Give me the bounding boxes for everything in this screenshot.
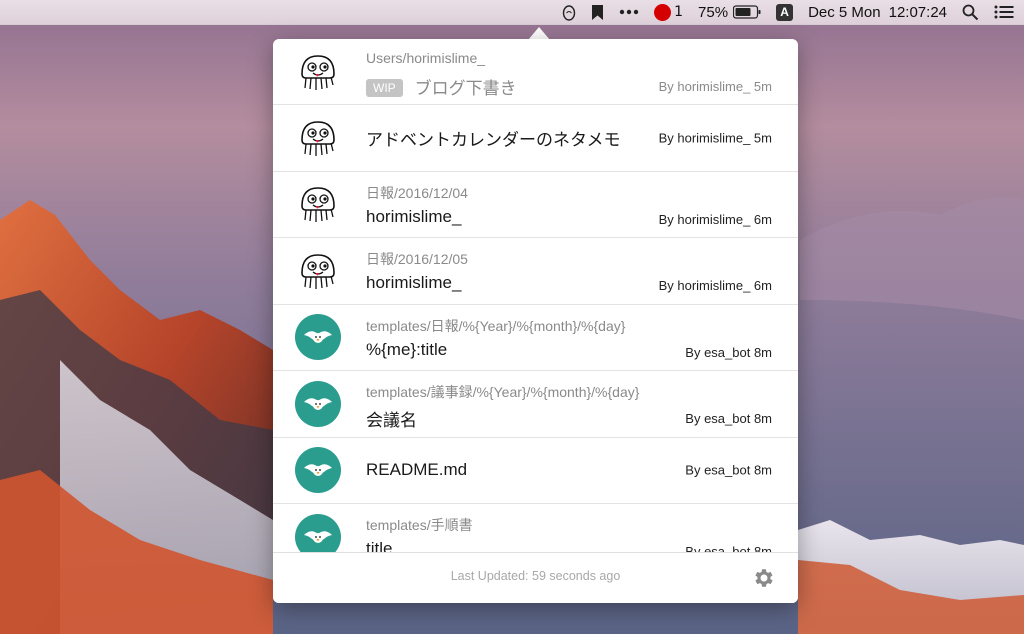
post-title: title: [366, 539, 392, 552]
esa-posts-popover: Users/horimislime_ WIP ブログ下書き By horimisl…: [273, 39, 798, 603]
post-title-text: ブログ下書き: [414, 79, 517, 98]
post-title: horimislime_: [366, 273, 461, 293]
esa-bot-avatar-icon: [295, 314, 341, 361]
post-title: WIP ブログ下書き: [366, 74, 517, 99]
menubar-date: Dec 5 Mon: [808, 3, 881, 21]
wip-badge: WIP: [366, 79, 403, 97]
post-title: アドベントカレンダーのネタメモ: [366, 125, 621, 150]
post-meta: By horimislime_ 6m: [658, 211, 772, 227]
post-row[interactable]: templates/議事録/%{Year}/%{month}/%{day} 会議…: [273, 371, 798, 438]
post-title: 会議名: [366, 406, 417, 431]
post-path: templates/手順書: [366, 517, 473, 533]
post-row-body: Users/horimislime_ WIP ブログ下書き By horimisl…: [366, 39, 772, 104]
post-title-text: title: [366, 539, 393, 552]
post-title: %{me}:title: [366, 340, 447, 360]
post-title: horimislime_: [366, 207, 461, 227]
notification-badge[interactable]: 1: [654, 0, 683, 25]
post-row-body: アドベントカレンダーのネタメモ By horimislime_ 5m: [366, 105, 772, 171]
spotlight-search-icon[interactable]: [962, 0, 979, 25]
notification-center-icon[interactable]: [994, 0, 1014, 25]
post-meta: By esa_bot 8m: [685, 344, 772, 360]
post-title-text: horimislime_: [366, 206, 462, 226]
menubar-time: 12:07:24: [888, 3, 947, 21]
post-row-body: 日報/2016/12/04 horimislime_ By horimislim…: [366, 172, 772, 238]
post-title-text: horimislime_: [366, 273, 462, 292]
post-row[interactable]: 日報/2016/12/04 horimislime_ By horimislim…: [273, 172, 798, 238]
jellyfish-avatar-icon: [295, 247, 341, 294]
battery-percent-label: 75%: [698, 3, 729, 21]
post-row-body: templates/手順書 title By esa_bot 8m: [366, 504, 772, 552]
post-row[interactable]: templates/手順書 title By esa_bot 8m: [273, 504, 798, 552]
post-title-text: 会議名: [366, 411, 417, 430]
post-title-text: %{me}:title: [366, 339, 448, 359]
post-row-body: README.md By esa_bot 8m: [366, 438, 772, 504]
post-list[interactable]: Users/horimislime_ WIP ブログ下書き By horimisl…: [273, 39, 798, 552]
jellyfish-avatar-icon: [295, 181, 341, 228]
post-meta: By horimislime_ 5m: [658, 130, 772, 146]
esa-egg-icon[interactable]: [562, 0, 576, 25]
post-meta: By esa_bot 8m: [685, 544, 772, 552]
menubar-clock[interactable]: Dec 5 Mon 12:07:24: [808, 0, 947, 25]
popover-footer: Last Updated: 59 seconds ago: [273, 552, 798, 603]
post-meta: By horimislime_ 5m: [658, 79, 772, 94]
post-row-body: templates/議事録/%{Year}/%{month}/%{day} 会議…: [366, 371, 772, 437]
battery-percent[interactable]: 75%: [698, 0, 761, 25]
esa-bot-avatar-icon: [295, 513, 341, 552]
input-source-icon: A: [776, 3, 794, 21]
last-updated-label: Last Updated: 59 seconds ago: [450, 569, 621, 583]
jellyfish-avatar-icon: [295, 48, 341, 95]
red-record-icon: [654, 3, 672, 21]
post-title: README.md: [366, 460, 467, 480]
bookmark-icon[interactable]: [591, 0, 604, 25]
post-path: 日報/2016/12/04: [366, 184, 468, 201]
post-row[interactable]: README.md By esa_bot 8m: [273, 438, 798, 504]
post-row-body: templates/日報/%{Year}/%{month}/%{day} %{m…: [366, 305, 772, 371]
notification-count: 1: [674, 4, 684, 20]
post-path: Users/horimislime_: [366, 50, 486, 66]
post-meta: By horimislime_ 6m: [658, 278, 772, 293]
post-meta: By esa_bot 8m: [685, 411, 772, 426]
esa-bot-avatar-icon: [295, 447, 341, 494]
post-path: templates/議事録/%{Year}/%{month}/%{day}: [366, 384, 640, 400]
post-row[interactable]: アドベントカレンダーのネタメモ By horimislime_ 5m: [273, 105, 798, 172]
gear-icon[interactable]: [752, 566, 776, 590]
post-path: 日報/2016/12/05: [366, 251, 468, 267]
menubar: 1 75% A Dec 5 Mon 12:07:24: [0, 0, 1024, 25]
esa-bot-avatar-icon: [295, 380, 341, 427]
post-row-body: 日報/2016/12/05 horimislime_ By horimislim…: [366, 238, 772, 304]
post-row[interactable]: templates/日報/%{Year}/%{month}/%{day} %{m…: [273, 305, 798, 371]
post-title-text: アドベントカレンダーのネタメモ: [366, 130, 621, 150]
input-source-menu[interactable]: A: [776, 0, 794, 25]
more-dots-icon[interactable]: [619, 0, 639, 25]
post-row[interactable]: Users/horimislime_ WIP ブログ下書き By horimisl…: [273, 39, 798, 105]
battery-icon: [733, 5, 761, 19]
jellyfish-avatar-icon: [295, 114, 341, 161]
post-title-text: README.md: [366, 460, 468, 480]
post-meta: By esa_bot 8m: [685, 462, 772, 478]
post-row[interactable]: 日報/2016/12/05 horimislime_ By horimislim…: [273, 238, 798, 305]
post-path: templates/日報/%{Year}/%{month}/%{day}: [366, 317, 626, 334]
